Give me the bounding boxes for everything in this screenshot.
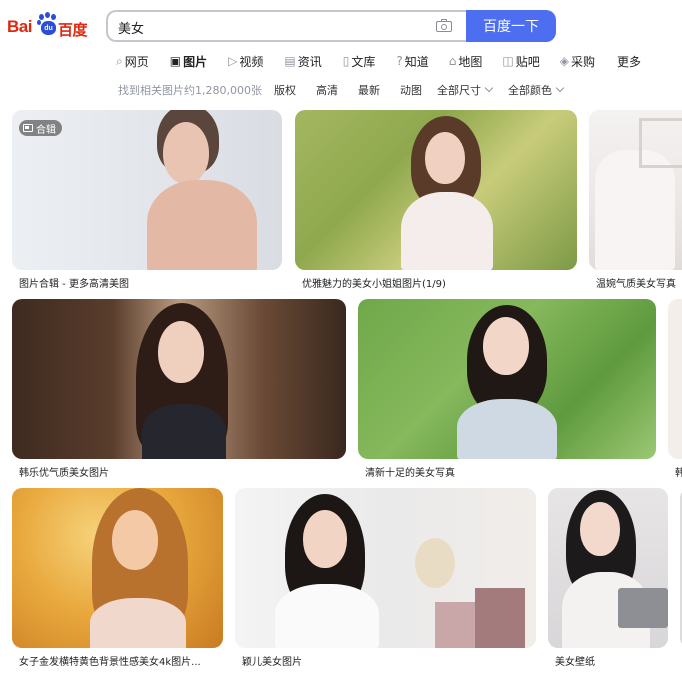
- image-result-card[interactable]: [548, 488, 668, 648]
- document-icon: ▯: [342, 54, 350, 68]
- gift-boxes: [435, 588, 525, 648]
- map-icon: ⌂: [448, 54, 457, 68]
- filter-hd[interactable]: 高清: [316, 82, 338, 98]
- tab-label: 贴吧: [515, 54, 540, 69]
- image-caption[interactable]: 女子金发横特黄色背景性感美女4k图片...: [19, 653, 219, 668]
- tab-0[interactable]: ⌕ 网页: [116, 53, 149, 70]
- video-icon: ▷: [228, 54, 238, 68]
- search-box: [106, 10, 468, 42]
- image-result-card[interactable]: [235, 488, 536, 648]
- photo-subject: [82, 488, 192, 648]
- image-result-card[interactable]: [358, 299, 656, 459]
- image-icon: ▣: [169, 54, 182, 68]
- baidu-logo[interactable]: Bai du 百度: [7, 12, 91, 40]
- image-caption[interactable]: 颖儿美女图片: [242, 653, 532, 668]
- image-caption[interactable]: 清新十足的美女写真: [365, 464, 655, 479]
- tab-5[interactable]: ? 知道: [396, 53, 428, 70]
- tab-1[interactable]: ▣ 图片: [170, 53, 207, 70]
- collection-badge-label: 合辑: [36, 124, 56, 136]
- logo-text-baidu-cn: 百度: [58, 22, 88, 39]
- camera-icon[interactable]: [436, 19, 452, 32]
- image-result-card[interactable]: [295, 110, 577, 270]
- filter-latest[interactable]: 最新: [358, 82, 380, 98]
- shopping-icon: ◈: [559, 54, 569, 68]
- filter-copyright[interactable]: 版权: [274, 82, 296, 98]
- gallery-icon: [23, 124, 33, 132]
- chevron-down-icon: [555, 83, 565, 93]
- tab-label: 文库: [351, 54, 376, 69]
- photo-subject: [393, 110, 503, 270]
- collection-badge: 合辑: [19, 120, 62, 136]
- tab-8[interactable]: ◈ 采购: [560, 53, 595, 70]
- tab-label: 资讯: [297, 54, 322, 69]
- size-dropdown-label: 全部尺寸: [436, 84, 481, 97]
- filter-animated[interactable]: 动图: [400, 82, 422, 98]
- image-caption[interactable]: 美女壁纸: [555, 653, 665, 668]
- question-icon: ?: [396, 54, 403, 68]
- news-icon: ▤: [284, 54, 296, 68]
- chevron-down-icon: [484, 83, 494, 93]
- image-result-card[interactable]: [12, 488, 223, 648]
- tab-label: 视频: [239, 54, 264, 69]
- photo-subject: [453, 299, 563, 459]
- color-dropdown-label: 全部颜色: [507, 84, 552, 97]
- paw-icon: du: [37, 12, 59, 38]
- photo-subject: [132, 299, 232, 459]
- image-result-card[interactable]: [12, 299, 346, 459]
- color-dropdown[interactable]: 全部颜色: [507, 82, 565, 98]
- tab-4[interactable]: ▯ 文库: [343, 53, 376, 70]
- result-count: 找到相关图片约1,280,000张: [118, 84, 262, 97]
- search-button[interactable]: 百度一下: [466, 10, 556, 42]
- logo-text-bai: Bai: [7, 17, 32, 36]
- tieba-icon: ◫: [502, 54, 514, 68]
- tab-label: 网页: [124, 54, 149, 69]
- logo-text-du: du: [44, 24, 53, 32]
- photo-subject: [275, 488, 385, 648]
- image-caption[interactable]: 图片合辑 - 更多高清美图: [19, 275, 281, 290]
- tab-6[interactable]: ⌂ 地图: [449, 53, 483, 70]
- search-icon: ⌕: [116, 53, 123, 68]
- image-result-card[interactable]: [668, 299, 682, 459]
- tab-label: 采购: [570, 54, 595, 69]
- tab-label: 地图: [458, 54, 483, 69]
- size-dropdown[interactable]: 全部尺寸: [436, 82, 494, 98]
- laptop: [618, 588, 668, 628]
- teddy-bear: [415, 538, 455, 588]
- image-result-card[interactable]: [589, 110, 682, 270]
- tab-label: 图片: [183, 54, 208, 69]
- photo-subject: [147, 110, 282, 270]
- image-caption[interactable]: 韩乐优气质美女图片: [19, 464, 339, 479]
- search-input[interactable]: [118, 17, 418, 37]
- tab-9[interactable]: 更多: [617, 53, 641, 70]
- tab-2[interactable]: ▷ 视频: [228, 53, 263, 70]
- image-caption[interactable]: 优雅魅力的美女小姐姐图片(1/9): [302, 275, 576, 290]
- search-tabs: ⌕ 网页 ▣ 图片 ▷ 视频 ▤ 资讯 ▯ 文库? 知道 ⌂ 地图 ◫ 贴吧 ◈ 采购 更多: [116, 52, 641, 70]
- tab-label: 更多: [616, 54, 641, 69]
- window-frame: [639, 118, 682, 168]
- image-caption[interactable]: 温婉气质美女写真: [596, 275, 682, 290]
- image-result-card[interactable]: 合辑: [12, 110, 282, 270]
- tab-3[interactable]: ▤ 资讯: [284, 53, 321, 70]
- photo-subject: [595, 150, 675, 270]
- tab-7[interactable]: ◫ 贴吧: [502, 53, 539, 70]
- image-caption[interactable]: 韩: [675, 464, 682, 479]
- filter-bar: 找到相关图片约1,280,000张 版权 高清 最新 动图 全部尺寸 全部颜色: [118, 82, 565, 98]
- tab-label: 知道: [404, 54, 429, 69]
